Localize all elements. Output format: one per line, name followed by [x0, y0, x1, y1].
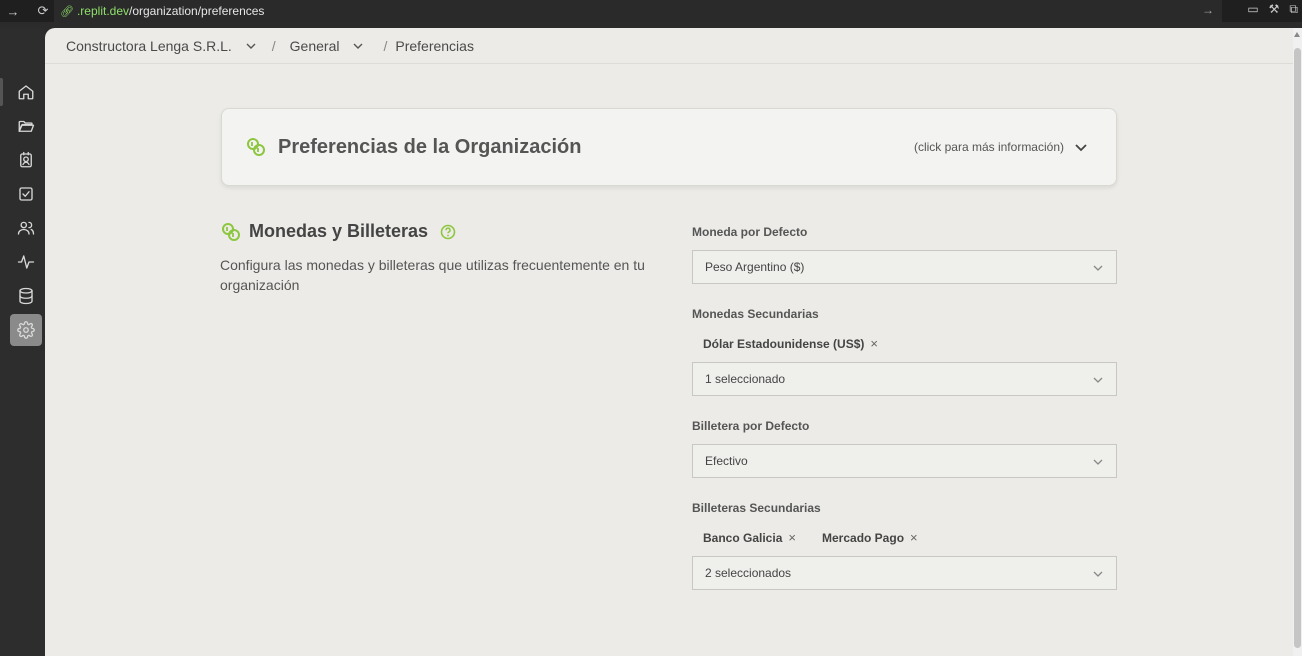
default-currency-label: Moneda por Defecto: [692, 225, 808, 239]
currency-tag: Dólar Estadounidense (US$) ×: [703, 336, 878, 351]
url-domain: .replit.dev: [76, 4, 129, 18]
sidebar-item-contacts[interactable]: [10, 144, 42, 176]
breadcrumb: Constructora Lenga S.R.L. / General / Pr…: [45, 28, 1293, 64]
default-wallet-value: Efectivo: [705, 454, 748, 468]
coins-icon: [222, 222, 240, 241]
database-icon: [19, 287, 33, 305]
section-title: Monedas y Billeteras: [249, 221, 429, 241]
secondary-currencies-value: 1 seleccionado: [705, 372, 786, 386]
secondary-wallets-value: 2 seleccionados: [705, 566, 792, 580]
remove-tag-icon[interactable]: ×: [910, 530, 918, 545]
help-icon[interactable]: [440, 224, 456, 240]
go-arrow-icon[interactable]: →: [1202, 3, 1214, 17]
chevron-down-icon: [1093, 459, 1103, 465]
chevron-down-icon: [246, 43, 256, 49]
wrench-icon[interactable]: ⚒: [1269, 2, 1280, 17]
secondary-currencies-select[interactable]: 1 seleccionado: [692, 362, 1117, 396]
monitor-icon[interactable]: ▭: [1247, 2, 1258, 17]
chevron-down-icon: [353, 43, 363, 49]
sidebar-item-database[interactable]: [10, 280, 42, 312]
remove-tag-icon[interactable]: ×: [870, 336, 878, 351]
section-name: General: [289, 37, 340, 54]
wallet-tag: Mercado Pago ×: [822, 530, 918, 545]
external-link-icon[interactable]: ⧉: [1289, 2, 1298, 17]
sidebar-item-projects[interactable]: [10, 110, 42, 142]
breadcrumb-section[interactable]: General: [290, 38, 364, 54]
scroll-up-arrow-icon[interactable]: [1294, 32, 1300, 37]
url-path: /organization/preferences: [129, 4, 265, 18]
secondary-wallets-label: Billeteras Secundarias: [692, 501, 821, 515]
remove-tag-icon[interactable]: ×: [788, 530, 796, 545]
sidebar-item-tasks[interactable]: [10, 178, 42, 210]
section-header: Monedas y Billeteras: [221, 221, 456, 242]
folder-icon: [18, 120, 35, 132]
default-wallet-select[interactable]: Efectivo: [692, 444, 1117, 478]
default-currency-select[interactable]: Peso Argentino ($): [692, 250, 1117, 284]
preferences-info-card[interactable]: Preferencias de la Organización (click p…: [221, 108, 1117, 186]
reload-icon[interactable]: ⟳: [34, 2, 52, 20]
main-content: Constructora Lenga S.R.L. / General / Pr…: [45, 28, 1293, 656]
scrollbar-thumb[interactable]: [1294, 48, 1301, 648]
link-icon: 🔗︎: [60, 5, 74, 18]
secondary-currencies-label: Monedas Secundarias: [692, 307, 819, 321]
task-checkbox-icon: [19, 187, 33, 201]
sidebar-item-home[interactable]: [10, 76, 42, 108]
vertical-scrollbar[interactable]: [1293, 28, 1302, 656]
forward-icon[interactable]: →: [4, 2, 22, 20]
coins-icon: [247, 138, 265, 156]
address-bar[interactable]: 🔗︎ .replit.dev/organization/preferences …: [54, 0, 1222, 22]
home-icon: [18, 85, 34, 100]
sidebar-item-users[interactable]: [10, 212, 42, 244]
default-currency-value: Peso Argentino ($): [705, 260, 805, 274]
sidebar-item-settings[interactable]: [10, 314, 42, 346]
section-description: Configura las monedas y billeteras que u…: [220, 257, 645, 293]
users-icon: [17, 221, 35, 235]
info-card-title: Preferencias de la Organización: [278, 136, 582, 158]
sidebar-item-activity[interactable]: [10, 246, 42, 278]
chevron-down-icon: [1093, 571, 1103, 577]
chevron-down-icon: [1093, 265, 1103, 271]
breadcrumb-separator: /: [383, 37, 388, 54]
breadcrumb-organization[interactable]: Constructora Lenga S.R.L.: [66, 38, 256, 54]
activity-icon: [17, 255, 35, 269]
wallet-tag: Banco Galicia ×: [703, 530, 796, 545]
tag-label: Mercado Pago: [822, 530, 905, 545]
info-card-hint: (click para más información): [913, 140, 1064, 154]
tag-label: Banco Galicia: [703, 530, 783, 545]
chevron-down-icon[interactable]: [1074, 141, 1088, 155]
tag-label: Dólar Estadounidense (US$): [703, 336, 865, 351]
sidebar-indicator: [0, 78, 3, 106]
contacts-icon: [20, 151, 32, 168]
secondary-wallets-select[interactable]: 2 seleccionados: [692, 556, 1117, 590]
default-wallet-label: Billetera por Defecto: [692, 419, 810, 433]
sidebar: [0, 28, 45, 656]
breadcrumb-current-page: Preferencias: [395, 37, 474, 54]
chevron-down-icon: [1093, 377, 1103, 383]
breadcrumb-separator: /: [271, 37, 276, 54]
gear-icon: [17, 321, 35, 339]
organization-name: Constructora Lenga S.R.L.: [66, 37, 232, 54]
browser-toolbar: → ⟳ 🔗︎ .replit.dev/organization/preferen…: [0, 0, 1302, 22]
